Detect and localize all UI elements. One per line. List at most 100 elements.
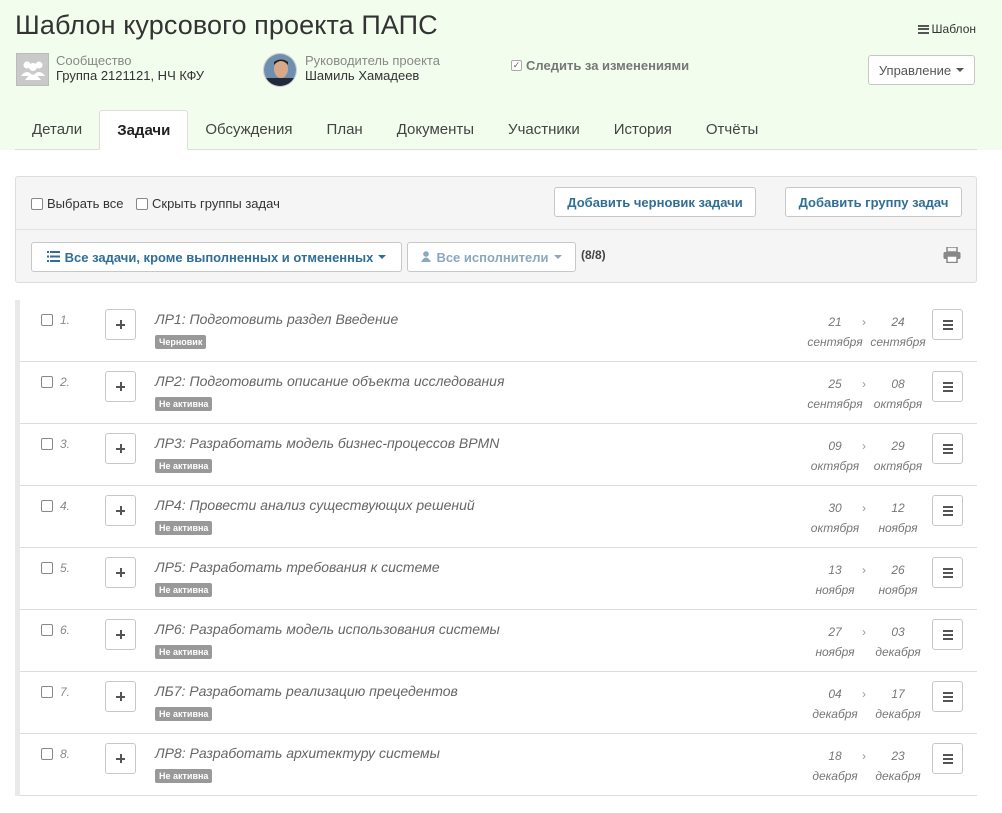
task-title[interactable]: ЛР1: Подготовить раздел Введение (155, 311, 398, 327)
task-checkbox[interactable] (41, 376, 53, 388)
task-checkbox[interactable] (41, 624, 53, 636)
printer-icon[interactable] (943, 246, 961, 264)
list-icon (917, 24, 929, 34)
end-day: 23 (891, 749, 905, 763)
assignee-filter-dropdown[interactable]: Все исполнители (407, 242, 576, 272)
plus-icon[interactable] (105, 371, 136, 402)
toolbar-actions-row: Выбрать все Скрыть группы задач Добавить… (16, 177, 976, 230)
task-number: 7. (60, 685, 71, 699)
status-badge: Не активна (155, 397, 213, 411)
status-badge: Не активна (155, 769, 213, 783)
select-all-label: Выбрать все (47, 196, 124, 211)
task-title[interactable]: ЛР6: Разработать модель использования си… (155, 621, 500, 637)
end-day: 24 (891, 315, 905, 329)
task-number: 5. (60, 561, 71, 575)
tab-5[interactable]: Участники (491, 110, 597, 150)
task-row: 6. ЛР6: Разработать модель использования … (20, 610, 977, 672)
template-link[interactable]: Шаблон (917, 22, 976, 36)
tab-3[interactable]: План (310, 110, 380, 150)
leader-name[interactable]: Шамиль Хамадеев (305, 68, 440, 83)
follow-changes-checkbox[interactable]: ✓ Следить за изменениями (511, 58, 689, 73)
task-row: 1. ЛР1: Подготовить раздел Введение Чернов… (20, 300, 977, 362)
task-checkbox[interactable] (41, 686, 53, 698)
hamburger-icon[interactable] (932, 433, 963, 464)
hamburger-icon[interactable] (932, 619, 963, 650)
start-date: 25 сентября (805, 374, 865, 414)
end-date: 24 сентября (868, 312, 928, 352)
tab-1[interactable]: Задачи (99, 110, 189, 150)
arrow-right-icon: › (862, 563, 866, 577)
plus-icon[interactable] (105, 495, 136, 526)
tab-4[interactable]: Документы (380, 110, 491, 150)
status-badge: Не активна (155, 707, 213, 721)
hamburger-icon[interactable] (932, 495, 963, 526)
manage-button[interactable]: Управление (868, 55, 975, 85)
status-badge: Не активна (155, 521, 213, 535)
arrow-right-icon: › (862, 315, 866, 329)
task-row: 2. ЛР2: Подготовить описание объекта иссл… (20, 362, 977, 424)
task-checkbox[interactable] (41, 314, 53, 326)
task-title[interactable]: ЛР4: Провести анализ существующих решени… (155, 497, 475, 513)
task-filter-dropdown[interactable]: Все задачи, кроме выполненных и отмененн… (31, 242, 402, 272)
page-title: Шаблон курсового проекта ПАПС (15, 10, 438, 40)
tab-6[interactable]: История (597, 110, 689, 150)
plus-icon[interactable] (105, 309, 136, 340)
task-number: 8. (60, 747, 71, 761)
plus-icon[interactable] (105, 433, 136, 464)
start-date: 30 октября (805, 498, 865, 538)
end-date: 17 декабря (868, 684, 928, 724)
checkbox-box (136, 197, 148, 210)
task-checkbox[interactable] (41, 438, 53, 450)
start-date: 13 ноября (805, 560, 865, 600)
add-task-group-button[interactable]: Добавить группу задач (785, 187, 962, 217)
hide-groups-checkbox[interactable]: Скрыть группы задач (136, 196, 280, 211)
task-title[interactable]: ЛР2: Подготовить описание объекта исслед… (155, 373, 504, 389)
start-day: 25 (828, 377, 842, 391)
tab-7[interactable]: Отчёты (689, 110, 775, 150)
hamburger-icon[interactable] (932, 743, 963, 774)
hamburger-icon[interactable] (932, 681, 963, 712)
plus-icon[interactable] (105, 619, 136, 650)
manage-label: Управление (878, 62, 952, 78)
tab-0[interactable]: Детали (15, 110, 99, 150)
start-day: 27 (828, 625, 842, 639)
task-checkbox[interactable] (41, 500, 53, 512)
hamburger-icon[interactable] (932, 557, 963, 588)
task-checkbox[interactable] (41, 748, 53, 760)
tab-2[interactable]: Обсуждения (188, 110, 309, 150)
end-day: 08 (891, 377, 905, 391)
status-badge: Черновик (155, 335, 207, 349)
plus-icon[interactable] (105, 557, 136, 588)
end-day: 12 (891, 501, 905, 515)
task-row: 4. ЛР4: Провести анализ существующих реше… (20, 486, 977, 548)
plus-icon[interactable] (105, 743, 136, 774)
list-icon (46, 250, 60, 265)
task-row: 8. ЛР8: Разработать архитектуру системы Не… (20, 734, 977, 796)
community-value[interactable]: Группа 2121121, НЧ КФУ (56, 68, 204, 83)
task-number: 1. (60, 313, 71, 327)
task-number: 3. (60, 437, 71, 451)
task-number: 2. (60, 375, 71, 389)
end-month: сентября (870, 335, 926, 349)
task-title[interactable]: ЛР3: Разработать модель бизнес-процессов… (155, 435, 499, 451)
arrow-right-icon: › (862, 749, 866, 763)
task-title[interactable]: ЛР5: Разработать требования к системе (155, 559, 440, 575)
hamburger-icon[interactable] (932, 371, 963, 402)
end-day: 03 (891, 625, 905, 639)
end-date: 26 ноября (868, 560, 928, 600)
start-month: декабря (812, 707, 858, 721)
end-date: 23 декабря (868, 746, 928, 786)
start-month: декабря (812, 769, 858, 783)
task-title[interactable]: ЛБ7: Разработать реализацию прецедентов (155, 683, 458, 699)
task-checkbox[interactable] (41, 562, 53, 574)
leader-avatar[interactable] (263, 53, 297, 87)
add-draft-task-button[interactable]: Добавить черновик задачи (554, 187, 756, 217)
start-month: октября (810, 521, 860, 535)
start-month: сентября (807, 397, 863, 411)
task-title[interactable]: ЛР8: Разработать архитектуру системы (155, 745, 440, 761)
select-all-checkbox[interactable]: Выбрать все (31, 196, 123, 211)
task-row: 3. ЛР3: Разработать модель бизнес-процесс… (20, 424, 977, 486)
hamburger-icon[interactable] (932, 309, 963, 340)
plus-icon[interactable] (105, 681, 136, 712)
leader-label: Руководитель проекта (305, 53, 440, 68)
